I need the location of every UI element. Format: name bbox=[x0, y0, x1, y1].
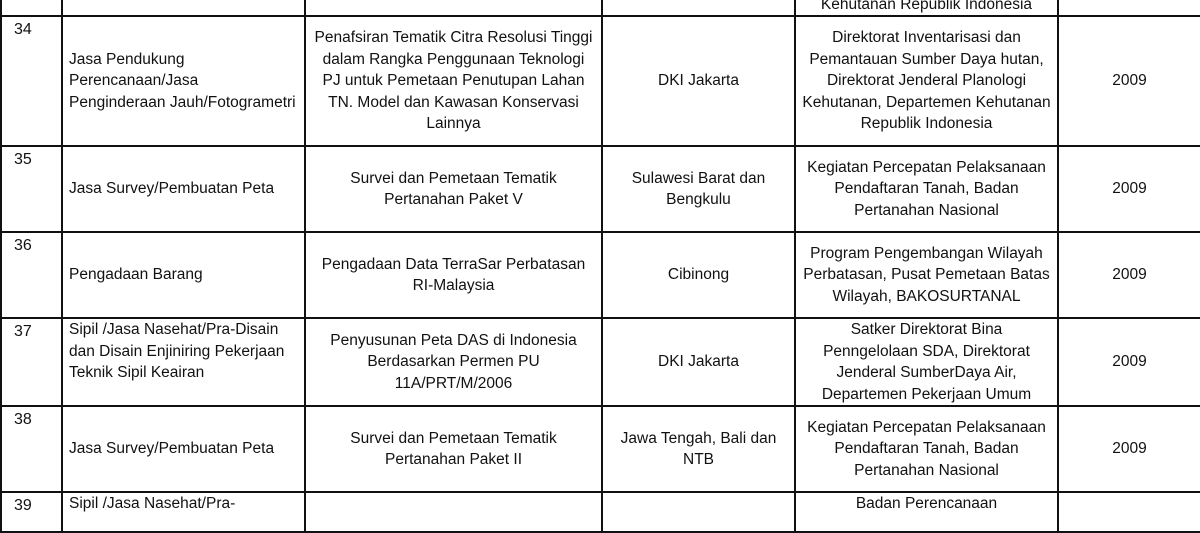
category-cell: Jasa Pendukung Perencanaan/Jasa Penginde… bbox=[61, 15, 306, 147]
category-cell: Pengadaan Barang bbox=[61, 231, 306, 319]
category-cell: Sipil /Jasa Nasehat/Pra-Disain dan Disai… bbox=[61, 317, 306, 407]
project-cell: Penyusunan Peta DAS di Indonesia Berdasa… bbox=[304, 317, 603, 407]
category-cell: Jasa Survey/Pembuatan Peta bbox=[61, 145, 306, 233]
location-cell bbox=[601, 491, 796, 533]
project-cell bbox=[304, 0, 603, 17]
location-cell: Sulawesi Barat dan Bengkulu bbox=[601, 145, 796, 233]
table-row: 34 Jasa Pendukung Perencanaan/Jasa Pengi… bbox=[0, 15, 1200, 147]
table-container: Kehutanan Republik Indonesia 34 Jasa Pen… bbox=[0, 0, 1200, 533]
project-cell: Survei dan Pemetaan Tematik Pertanahan P… bbox=[304, 405, 603, 493]
agency-cell: Kegiatan Percepatan Pelaksanaan Pendafta… bbox=[794, 405, 1059, 493]
project-cell: Penafsiran Tematik Citra Resolusi Tinggi… bbox=[304, 15, 603, 147]
table-row: 35 Jasa Survey/Pembuatan Peta Survei dan… bbox=[0, 145, 1200, 233]
location-cell: DKI Jakarta bbox=[601, 317, 796, 407]
year-cell bbox=[1057, 491, 1200, 533]
agency-cell: Badan Perencanaan bbox=[794, 491, 1059, 533]
table-row-partial-bottom: 39 Sipil /Jasa Nasehat/Pra- Badan Perenc… bbox=[0, 491, 1200, 533]
agency-text: Kehutanan Republik Indonesia bbox=[820, 0, 1033, 13]
row-number-cell: 39 bbox=[0, 491, 63, 533]
row-number-cell bbox=[0, 0, 63, 17]
year-cell: 2009 bbox=[1057, 405, 1200, 493]
year-cell: 2009 bbox=[1057, 317, 1200, 407]
row-number-cell: 35 bbox=[0, 145, 63, 233]
row-number-cell: 36 bbox=[0, 231, 63, 319]
table-row: 36 Pengadaan Barang Pengadaan Data Terra… bbox=[0, 231, 1200, 319]
agency-cell: Satker Direktorat Bina Penngelolaan SDA,… bbox=[794, 317, 1059, 407]
category-cell: Jasa Survey/Pembuatan Peta bbox=[61, 405, 306, 493]
project-table: Kehutanan Republik Indonesia 34 Jasa Pen… bbox=[0, 0, 1200, 533]
row-number-cell: 38 bbox=[0, 405, 63, 493]
year-cell: 2009 bbox=[1057, 231, 1200, 319]
table-row: 37 Sipil /Jasa Nasehat/Pra-Disain dan Di… bbox=[0, 317, 1200, 407]
category-cell: Sipil /Jasa Nasehat/Pra- bbox=[61, 491, 306, 533]
project-cell: Survei dan Pemetaan Tematik Pertanahan P… bbox=[304, 145, 603, 233]
location-cell: Jawa Tengah, Bali dan NTB bbox=[601, 405, 796, 493]
table-row: 38 Jasa Survey/Pembuatan Peta Survei dan… bbox=[0, 405, 1200, 493]
project-cell: Pengadaan Data TerraSar Perbatasan RI-Ma… bbox=[304, 231, 603, 319]
agency-cell: Kehutanan Republik Indonesia bbox=[794, 0, 1059, 17]
year-cell bbox=[1057, 0, 1200, 17]
agency-cell: Direktorat Inventarisasi dan Pemantauan … bbox=[794, 15, 1059, 147]
project-cell bbox=[304, 491, 603, 533]
agency-cell: Kegiatan Percepatan Pelaksanaan Pendafta… bbox=[794, 145, 1059, 233]
row-number-cell: 37 bbox=[0, 317, 63, 407]
category-cell bbox=[61, 0, 306, 17]
location-cell bbox=[601, 0, 796, 17]
location-cell: DKI Jakarta bbox=[601, 15, 796, 147]
row-number-cell: 34 bbox=[0, 15, 63, 147]
location-cell: Cibinong bbox=[601, 231, 796, 319]
year-cell: 2009 bbox=[1057, 15, 1200, 147]
year-cell: 2009 bbox=[1057, 145, 1200, 233]
table-row-partial-top: Kehutanan Republik Indonesia bbox=[0, 0, 1200, 17]
agency-cell: Program Pengembangan Wilayah Perbatasan,… bbox=[794, 231, 1059, 319]
